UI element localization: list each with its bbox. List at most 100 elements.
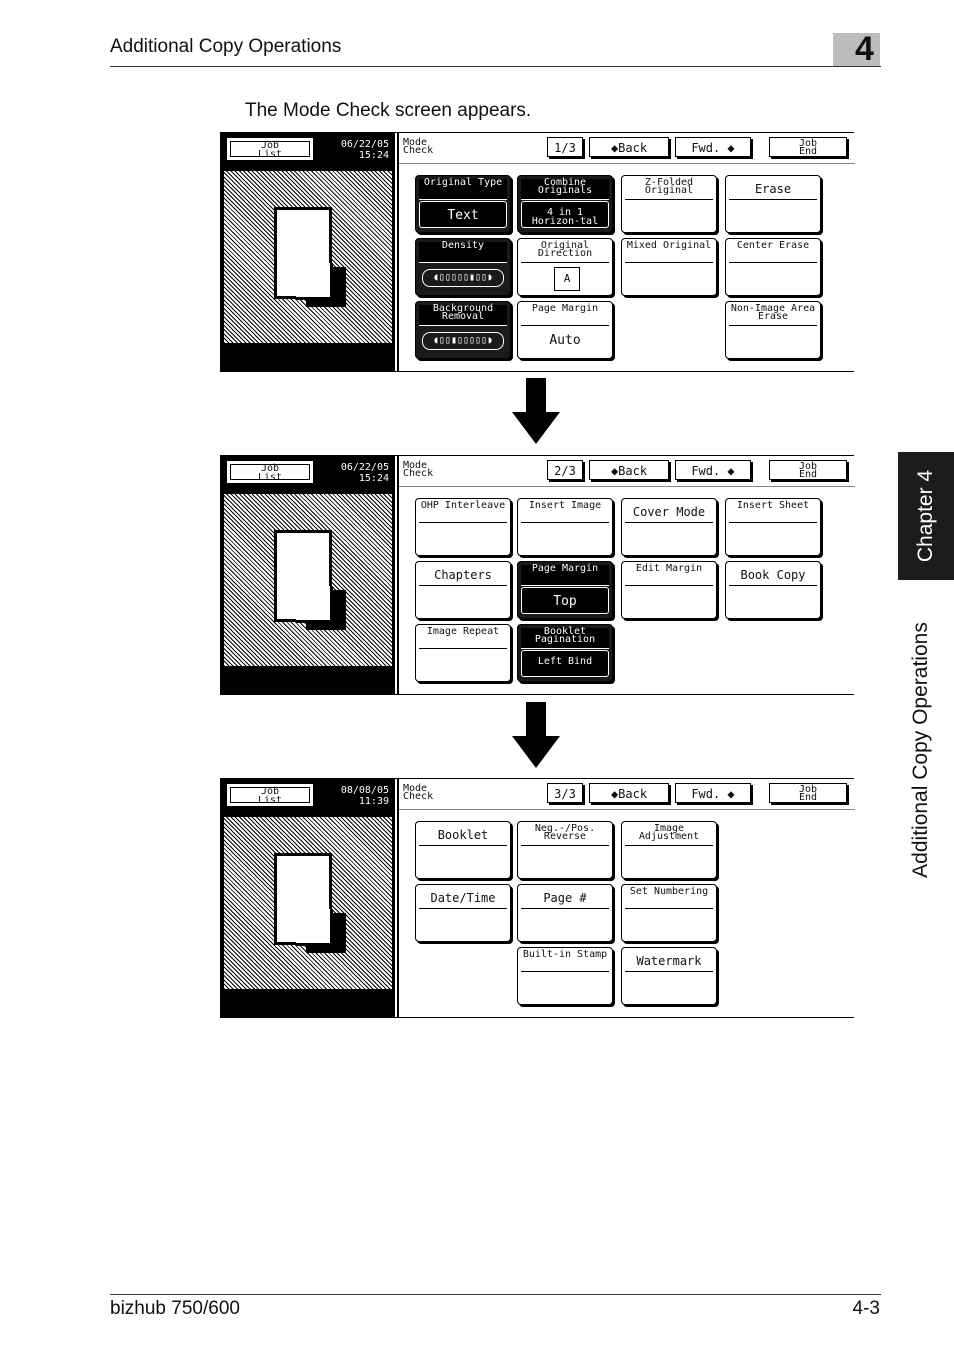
mode-button[interactable]: Chapters <box>415 561 511 619</box>
mode-button-label: Watermark <box>625 951 713 972</box>
mode-button-label: Edit Margin <box>625 564 713 586</box>
mode-button-label: Page Margin <box>521 304 609 326</box>
mode-button-label: Insert Image <box>521 501 609 523</box>
mode-button[interactable]: Z-Folded Original <box>621 175 717 233</box>
mode-button-label: Original Direction <box>521 241 609 263</box>
job-end-label: End <box>798 469 818 480</box>
mode-button[interactable]: Cover Mode <box>621 498 717 556</box>
time-label: 11:39 <box>358 796 389 807</box>
page-indicator: 1/3 <box>547 137 583 157</box>
copy-preview <box>224 171 392 343</box>
date-label: 06/22/05 <box>340 139 389 150</box>
time-label: 15:24 <box>358 473 389 484</box>
job-list-label: List <box>257 149 283 160</box>
forward-button[interactable]: Fwd. ◆ <box>675 783 751 803</box>
level-gauge: ◖▯▯▯▯▯▮▯▯◗ <box>422 269 504 287</box>
mode-button[interactable]: Original Type Text <box>415 175 511 233</box>
side-section-label: Additional Copy Operations <box>909 622 932 878</box>
side-chapter-label: Chapter 4 <box>914 469 937 563</box>
mode-button[interactable]: Watermark <box>621 947 717 1005</box>
left-panel: Job List 06/22/05 15:24 <box>221 456 395 694</box>
toolbar: Mode Check 3/3 ◆Back Fwd. ◆ Job End <box>399 779 855 810</box>
footer-page-number: 4-3 <box>852 1298 880 1319</box>
mode-button-label: Cover Mode <box>625 502 713 523</box>
mode-button-label: Chapters <box>419 565 507 586</box>
mode-button[interactable]: Original Direction A <box>517 238 613 296</box>
job-end-label: End <box>798 792 818 803</box>
mode-button[interactable]: Book Copy <box>725 561 821 619</box>
mode-button[interactable]: Set Numbering <box>621 884 717 942</box>
mode-button[interactable]: Erase <box>725 175 821 233</box>
mode-button[interactable]: Neg.-/Pos. Reverse <box>517 821 613 879</box>
mode-button[interactable]: Booklet Pagination Left Bind <box>517 624 613 682</box>
copy-preview <box>224 494 392 666</box>
mode-button[interactable]: Edit Margin <box>621 561 717 619</box>
left-panel: Job List 08/08/05 11:39 <box>221 779 395 1017</box>
footer-model: bizhub 750/600 <box>110 1298 240 1319</box>
back-button[interactable]: ◆Back <box>589 783 669 803</box>
mode-check-screen: Job List 08/08/05 11:39 Mode Check 3/3 ◆Back Fwd… <box>220 778 855 1018</box>
down-arrow-icon <box>512 702 560 768</box>
mode-button[interactable]: Booklet <box>415 821 511 879</box>
copy-preview <box>224 817 392 989</box>
mode-button-label: Page Margin <box>521 564 609 586</box>
mode-button[interactable]: Image Repeat <box>415 624 511 682</box>
mode-button[interactable]: Background Removal ◖▯▯▮▯▯▯▯▯◗ <box>415 301 511 359</box>
document-fold <box>296 909 333 946</box>
mode-button[interactable]: Center Erase <box>725 238 821 296</box>
back-button[interactable]: ◆Back <box>589 460 669 480</box>
job-end-button[interactable]: Job End <box>769 460 847 480</box>
mode-button-label: Original Type <box>419 178 507 200</box>
mode-button-label: Combine Originals <box>521 178 609 200</box>
header-rule <box>110 66 881 67</box>
mode-button-label: Page # <box>521 888 609 909</box>
date-time: 06/22/05 15:24 <box>341 139 389 161</box>
job-list-button[interactable]: Job List <box>227 784 313 806</box>
down-arrow-icon <box>512 378 560 444</box>
mode-button[interactable]: Insert Image <box>517 498 613 556</box>
right-panel: Mode Check 2/3 ◆Back Fwd. ◆ Job End OHP Interle… <box>397 456 855 694</box>
mode-button[interactable]: Date/Time <box>415 884 511 942</box>
direction-icon: A <box>554 267 580 291</box>
mode-button-label: Erase <box>729 179 817 200</box>
mode-button[interactable]: Image Adjustment <box>621 821 717 879</box>
mode-button-label: Image Adjustment <box>625 824 713 846</box>
mode-button-label: Image Repeat <box>419 627 507 649</box>
mode-button[interactable]: Page Margin Top <box>517 561 613 619</box>
forward-button[interactable]: Fwd. ◆ <box>675 137 751 157</box>
document-fold <box>296 263 333 300</box>
mode-button[interactable]: Mixed Original <box>621 238 717 296</box>
mode-button-label: Neg.-/Pos. Reverse <box>521 824 609 846</box>
mode-button[interactable]: Page # <box>517 884 613 942</box>
intro-text: The Mode Check screen appears. <box>245 100 532 121</box>
mode-button[interactable]: Non-Image Area Erase <box>725 301 821 359</box>
date-label: 08/08/05 <box>340 785 389 796</box>
mode-button-label: Mixed Original <box>625 241 713 263</box>
mode-button-label: Center Erase <box>729 241 817 263</box>
mode-button-value: Top <box>521 587 609 614</box>
mode-button[interactable]: Page Margin Auto <box>517 301 613 359</box>
job-list-button[interactable]: Job List <box>227 461 313 483</box>
mode-check-title: Mode Check <box>403 138 433 156</box>
mode-check-screen: Job List 06/22/05 15:24 Mode Check 2/3 ◆Back Fwd… <box>220 455 855 695</box>
job-end-button[interactable]: Job End <box>769 783 847 803</box>
job-list-button[interactable]: Job List <box>227 138 313 160</box>
back-button[interactable]: ◆Back <box>589 137 669 157</box>
job-list-label: List <box>257 472 283 483</box>
page-indicator: 3/3 <box>547 783 583 803</box>
mode-button[interactable]: Built-in Stamp <box>517 947 613 1005</box>
mode-button[interactable]: Density ◖▯▯▯▯▯▮▯▯◗ <box>415 238 511 296</box>
mode-button-label: OHP Interleave <box>419 501 507 523</box>
mode-button-label: Booklet <box>419 825 507 846</box>
job-end-button[interactable]: Job End <box>769 137 847 157</box>
document-fold <box>296 586 333 623</box>
mode-button-label: Book Copy <box>729 565 817 586</box>
mode-button[interactable]: OHP Interleave <box>415 498 511 556</box>
mode-button[interactable]: Combine Originals 4 in 1 Horizon-tal <box>517 175 613 233</box>
mode-button-label: Background Removal <box>419 304 507 326</box>
mode-button-value: Left Bind <box>521 650 609 677</box>
toolbar: Mode Check 2/3 ◆Back Fwd. ◆ Job End <box>399 456 855 487</box>
mode-button[interactable]: Insert Sheet <box>725 498 821 556</box>
forward-button[interactable]: Fwd. ◆ <box>675 460 751 480</box>
left-panel: Job List 06/22/05 15:24 <box>221 133 395 371</box>
